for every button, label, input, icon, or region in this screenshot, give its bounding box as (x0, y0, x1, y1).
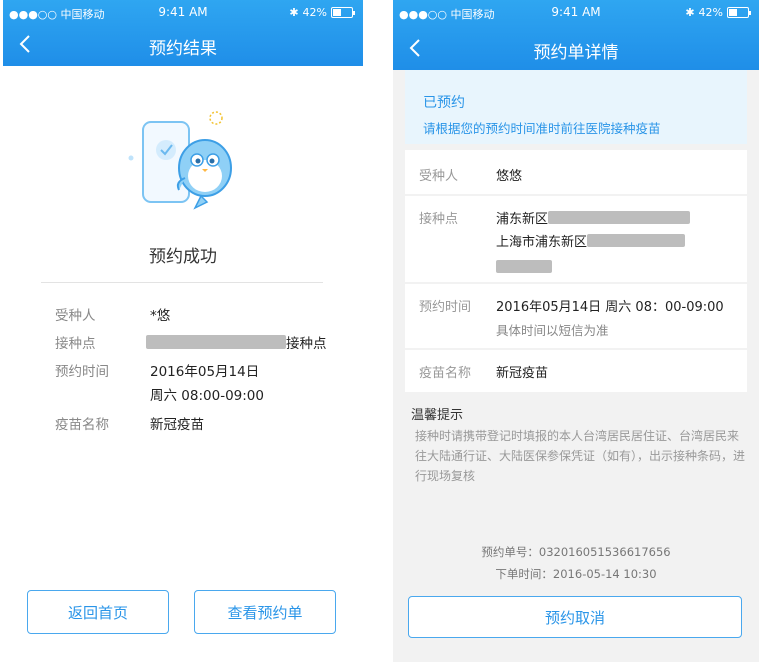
vaccine-label: 疫苗名称 (419, 366, 472, 381)
detail-row-time: 预约时间 2016年05月14日 周六 08：00-09:00 具体时间以短信为… (405, 284, 747, 348)
order-time: 下单时间：2016-05-14 10:30 (495, 567, 657, 581)
page-title: 预约单详情 (533, 43, 619, 63)
detail-row-site: 接种点 浦东新区 上海市浦东新区 (405, 196, 747, 282)
battery-icon (727, 7, 751, 18)
time-date: 2016年05月14日 (150, 364, 260, 380)
site-label: 接种点 (419, 212, 459, 227)
redacted-block (587, 234, 686, 247)
time-label: 预约时间 (419, 300, 472, 315)
battery-icon (331, 7, 355, 18)
home-button[interactable]: 返回首页 (27, 590, 169, 634)
status-bar: ●●●○○ 中国移动 9:41 AM ✱ 42% (393, 0, 759, 26)
detail-row-vaccine: 疫苗名称 新冠疫苗 (405, 350, 747, 392)
site-value: 接种点 (146, 332, 327, 352)
tips-title: 温馨提示 (411, 408, 464, 423)
left-screen: ●●●○○ 中国移动 9:41 AM ✱ 42% 预约结果 预约成功 受种人 *… (3, 0, 363, 662)
right-screen: ●●●○○ 中国移动 9:41 AM ✱ 42% 预约单详情 已预约 请根据您的… (393, 0, 759, 662)
redacted-block (548, 211, 691, 224)
page-title: 预约结果 (149, 39, 217, 59)
site-suffix: 接种点 (286, 336, 327, 352)
nav-bar: ●●●○○ 中国移动 9:41 AM ✱ 42% 预约结果 (3, 0, 363, 66)
recipient-value: *悠 (150, 308, 171, 324)
cancel-booking-button[interactable]: 预约取消 (408, 596, 742, 638)
battery-percent: 42% (698, 6, 723, 19)
status-banner: 已预约 请根据您的预约时间准时前往医院接种疫苗 (405, 70, 747, 144)
redacted-block (146, 335, 286, 349)
nav-bar: ●●●○○ 中国移动 9:41 AM ✱ 42% 预约单详情 (393, 0, 759, 70)
detail-row-recipient: 受种人 悠悠 (405, 150, 747, 194)
time-slot: 周六 08:00-09:00 (150, 388, 264, 404)
order-number: 预约单号：032016051536617656 (481, 545, 671, 559)
bluetooth-icon: ✱ (289, 6, 299, 19)
redacted-block (496, 260, 552, 273)
bluetooth-icon: ✱ (685, 6, 695, 19)
recipient-label: 受种人 (419, 169, 459, 184)
recipient-value: 悠悠 (496, 169, 523, 184)
status-message: 请根据您的预约时间准时前往医院接种疫苗 (423, 121, 661, 136)
view-order-button[interactable]: 查看预约单 (194, 590, 336, 634)
vaccine-label: 疫苗名称 (55, 417, 109, 433)
vaccine-value: 新冠疫苗 (150, 417, 204, 433)
mascot-illustration (128, 111, 232, 210)
time-value: 2016年05月14日 周六 08：00-09:00 (496, 300, 724, 315)
tips-text: 接种时请携带登记时填报的本人台湾居民居住证、台湾居民来往大陆通行证、大陆医保参保… (415, 429, 746, 483)
divider (41, 282, 323, 283)
status-badge: 已预约 (423, 95, 465, 111)
time-note: 具体时间以短信为准 (496, 323, 609, 338)
status-bar: ●●●○○ 中国移动 9:41 AM ✱ 42% (3, 0, 363, 26)
success-title: 预约成功 (149, 247, 217, 267)
battery-percent: 42% (302, 6, 327, 19)
recipient-label: 受种人 (55, 308, 96, 324)
site-line1: 浦东新区 (496, 212, 549, 227)
vaccine-value: 新冠疫苗 (496, 366, 549, 381)
time-label: 预约时间 (55, 364, 109, 380)
site-line2: 上海市浦东新区 (496, 235, 588, 250)
site-label: 接种点 (55, 336, 96, 352)
